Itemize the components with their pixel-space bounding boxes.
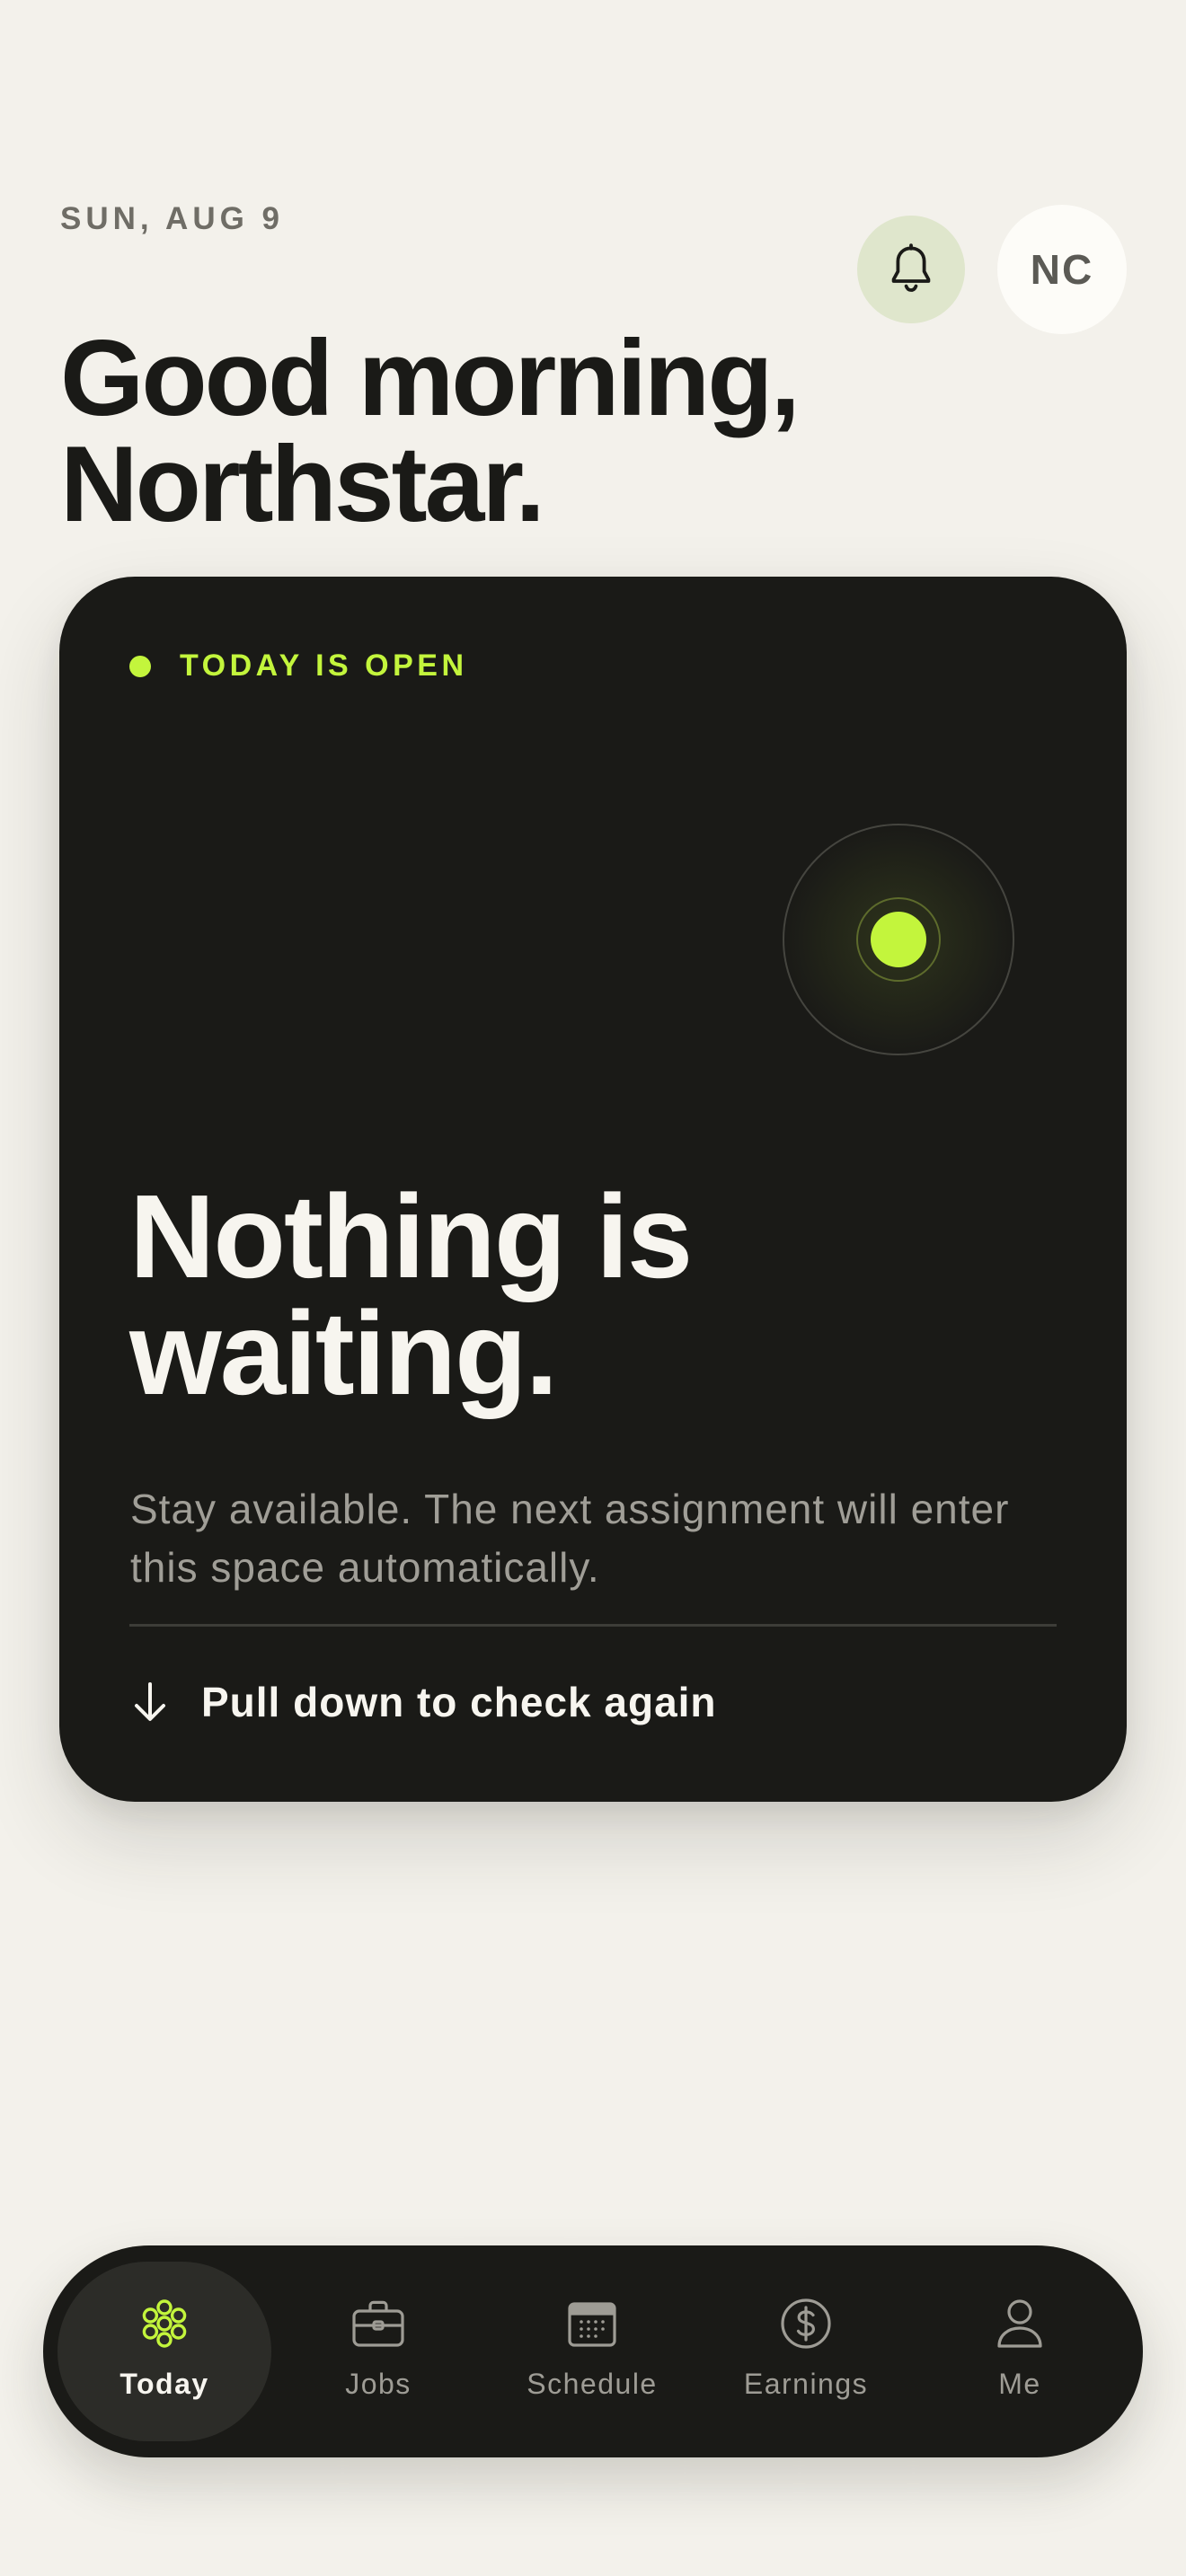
header: SUN, AUG 9 Good morning, Northstar. <box>60 199 1126 538</box>
tab-earnings[interactable]: Earnings <box>699 2262 913 2441</box>
tab-me[interactable]: Me <box>913 2262 1127 2441</box>
refresh-hint-label: Pull down to check again <box>201 1679 717 1725</box>
notifications-button[interactable] <box>857 216 965 323</box>
briefcase-icon <box>351 2296 405 2351</box>
headline-line-2: waiting. <box>129 1286 558 1419</box>
tab-today-label: Today <box>119 2368 209 2400</box>
pulse-indicator-icon <box>783 824 1014 1055</box>
refresh-hint[interactable]: Pull down to check again <box>129 1678 717 1726</box>
greeting-title: Good morning, Northstar. <box>60 318 801 544</box>
status-label: TODAY IS OPEN <box>180 648 468 683</box>
tab-earnings-label: Earnings <box>743 2368 869 2400</box>
tab-jobs-label: Jobs <box>345 2368 412 2400</box>
divider <box>129 1624 1057 1627</box>
status-indicator: TODAY IS OPEN <box>129 648 468 684</box>
availability-card: TODAY IS OPEN Nothing is waiting. Stay a… <box>59 577 1127 1802</box>
bell-icon <box>891 243 931 292</box>
tab-today[interactable]: Today <box>58 2262 271 2441</box>
tab-schedule-label: Schedule <box>527 2368 658 2400</box>
headline-line-1: Nothing is <box>129 1169 693 1302</box>
greeting-line-1: Good morning, <box>60 318 801 438</box>
flower-icon <box>137 2296 191 2351</box>
empty-state-description: Stay available. The next assignment will… <box>130 1486 1010 1591</box>
avatar-initials: NC <box>1030 246 1094 293</box>
empty-state-headline: Nothing is waiting. <box>129 1169 1064 1419</box>
avatar[interactable]: NC <box>997 205 1127 334</box>
person-icon <box>996 2296 1044 2351</box>
tab-me-label: Me <box>998 2368 1041 2400</box>
calendar-icon <box>567 2296 617 2351</box>
tab-schedule[interactable]: Schedule <box>485 2262 699 2441</box>
status-dot <box>129 655 151 677</box>
dollar-icon <box>779 2296 833 2351</box>
greeting-line-2: Northstar. <box>60 424 545 544</box>
tab-jobs[interactable]: Jobs <box>271 2262 485 2441</box>
bottom-tab-bar: Today Jobs Schedule Earnings Me <box>43 2245 1143 2457</box>
arrow-down-icon <box>135 1682 165 1721</box>
date-label: SUN, AUG 9 <box>60 201 285 236</box>
